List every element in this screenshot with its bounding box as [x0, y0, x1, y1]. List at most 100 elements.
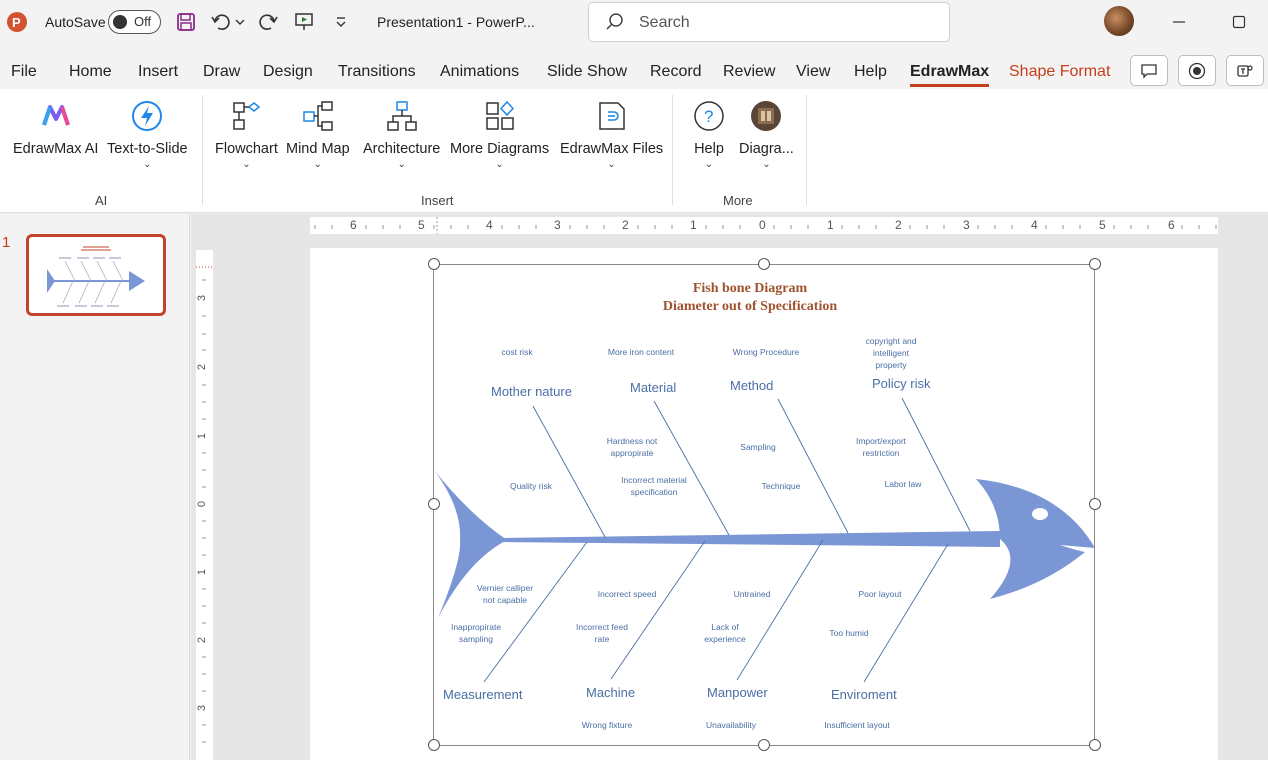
autosave-label: AutoSave: [45, 14, 106, 30]
help-icon: ?: [692, 99, 726, 133]
resize-handle-bottom-right[interactable]: [1089, 739, 1101, 751]
tab-file[interactable]: File: [11, 63, 37, 81]
cause-wrong-fixture: Wrong fixture: [581, 720, 633, 730]
cause-wrong-procedure: Wrong Procedure: [732, 347, 800, 357]
autosave-state: Off: [134, 14, 152, 29]
chevron-down-icon: ⌄: [242, 159, 251, 170]
ruler-label: 4: [486, 218, 493, 232]
tab-draw[interactable]: Draw: [203, 63, 240, 81]
architecture-icon: [385, 99, 419, 133]
selection-frame[interactable]: [433, 264, 1095, 746]
mind-map-button[interactable]: Mind Map ⌄: [286, 99, 350, 170]
slide-thumbnail[interactable]: [26, 234, 166, 316]
present-from-start-icon[interactable]: [292, 10, 316, 34]
share-teams-button[interactable]: [1226, 55, 1264, 86]
record-icon: [1188, 62, 1206, 79]
cause-more-iron-content: More iron content: [607, 347, 675, 357]
diagram-label: Diagra...: [739, 141, 794, 157]
horizontal-ruler: 6 5 4 3 2 1 0 1 2 3 4 5 6: [310, 217, 1218, 234]
lightning-icon: [130, 99, 164, 133]
text-to-slide-label: Text-to-Slide: [107, 141, 188, 157]
more-diagrams-icon: [483, 99, 517, 133]
more-diagrams-button[interactable]: More Diagrams ⌄: [450, 99, 549, 170]
minimize-icon[interactable]: [1167, 10, 1191, 34]
search-box[interactable]: Search: [588, 2, 950, 42]
ruler-label: 6: [1168, 218, 1175, 232]
ruler-label: 2: [622, 218, 629, 232]
comment-icon: [1141, 63, 1157, 79]
architecture-label: Architecture: [363, 141, 441, 157]
category-policy-risk: Policy risk: [872, 376, 931, 391]
vertical-ruler: 3 2 1 0 1 2 3: [196, 250, 213, 760]
more-diagrams-label: More Diagrams: [450, 141, 550, 157]
document-title: Presentation1 - PowerP...: [377, 14, 535, 30]
tab-shape-format[interactable]: Shape Format: [1009, 63, 1110, 81]
cause-incorrect-speed: Incorrect speed: [597, 589, 657, 599]
maximize-icon[interactable]: [1227, 10, 1251, 34]
ruler-label: 6: [350, 218, 357, 232]
cause-technique: Technique: [761, 481, 801, 491]
edrawmax-files-button[interactable]: EdrawMax Files ⌄: [560, 99, 663, 170]
resize-handle-bottom[interactable]: [758, 739, 770, 751]
record-button[interactable]: [1178, 55, 1216, 86]
tab-view[interactable]: View: [796, 63, 830, 81]
help-button[interactable]: ? Help ⌄: [692, 99, 726, 170]
tab-transitions[interactable]: Transitions: [338, 63, 416, 81]
ruler-label: 2: [196, 363, 209, 371]
redo-icon[interactable]: [256, 10, 280, 34]
resize-handle-bottom-left[interactable]: [428, 739, 440, 751]
resize-handle-right[interactable]: [1089, 498, 1101, 510]
autosave-toggle[interactable]: Off: [108, 10, 161, 34]
cause-poor-layout: Poor layout: [858, 589, 902, 599]
edrawmax-ai-label: EdrawMax AI: [13, 141, 99, 157]
category-mother-nature: Mother nature: [491, 384, 572, 399]
group-divider: [806, 95, 807, 205]
category-machine: Machine: [586, 685, 636, 700]
tab-review[interactable]: Review: [723, 63, 775, 81]
help-label: Help: [694, 141, 724, 157]
diagram-button[interactable]: Diagra... ⌄: [739, 99, 794, 170]
flowchart-label: Flowchart: [215, 141, 278, 157]
resize-handle-top-right[interactable]: [1089, 258, 1101, 270]
text-to-slide-button[interactable]: Text-to-Slide ⌄: [107, 99, 188, 170]
architecture-button[interactable]: Architecture ⌄: [363, 99, 440, 170]
cause-cost-risk: cost risk: [501, 347, 533, 357]
cause-insufficient-layout: Insufficient layout: [824, 720, 890, 730]
chevron-down-icon: ⌄: [397, 159, 406, 170]
resize-handle-top-left[interactable]: [428, 258, 440, 270]
cause-inappropriate-sampling: Inappropirate sampling: [450, 622, 502, 644]
user-avatar[interactable]: [1104, 6, 1134, 36]
tab-home[interactable]: Home: [69, 63, 112, 81]
teams-icon: [1237, 64, 1253, 77]
category-manpower: Manpower: [707, 685, 768, 700]
tab-edrawmax[interactable]: EdrawMax: [910, 63, 990, 87]
customize-toolbar-icon[interactable]: [329, 10, 353, 34]
ruler-label: 2: [895, 218, 902, 232]
ruler-label: 2: [196, 636, 209, 644]
save-icon[interactable]: [174, 10, 198, 34]
tab-animations[interactable]: Animations: [440, 63, 519, 81]
flowchart-button[interactable]: Flowchart ⌄: [215, 99, 278, 170]
cause-sampling: Sampling: [740, 442, 776, 452]
resize-handle-top[interactable]: [758, 258, 770, 270]
undo-dropdown-icon[interactable]: [233, 10, 247, 34]
tab-record[interactable]: Record: [650, 63, 702, 81]
mind-map-icon: [301, 99, 335, 133]
slide-number: 1: [2, 234, 11, 251]
diagram-title: Fish bone Diagram: [692, 281, 808, 296]
ruler-label: 0: [196, 500, 209, 508]
resize-handle-left[interactable]: [428, 498, 440, 510]
ruler-label: 1: [690, 218, 697, 232]
edrawmax-ai-icon: [39, 99, 73, 133]
tab-slide-show[interactable]: Slide Show: [547, 63, 627, 81]
powerpoint-logo-icon[interactable]: P: [6, 11, 28, 33]
tab-design[interactable]: Design: [263, 63, 313, 81]
tab-insert[interactable]: Insert: [138, 63, 178, 81]
tab-help[interactable]: Help: [854, 63, 887, 81]
ruler-label: 1: [827, 218, 834, 232]
edrawmax-ai-button[interactable]: EdrawMax AI: [13, 99, 98, 157]
undo-icon[interactable]: [209, 10, 233, 34]
comments-button[interactable]: [1130, 55, 1168, 86]
ruler-label: 3: [196, 704, 209, 712]
chevron-down-icon: ⌄: [607, 159, 616, 170]
